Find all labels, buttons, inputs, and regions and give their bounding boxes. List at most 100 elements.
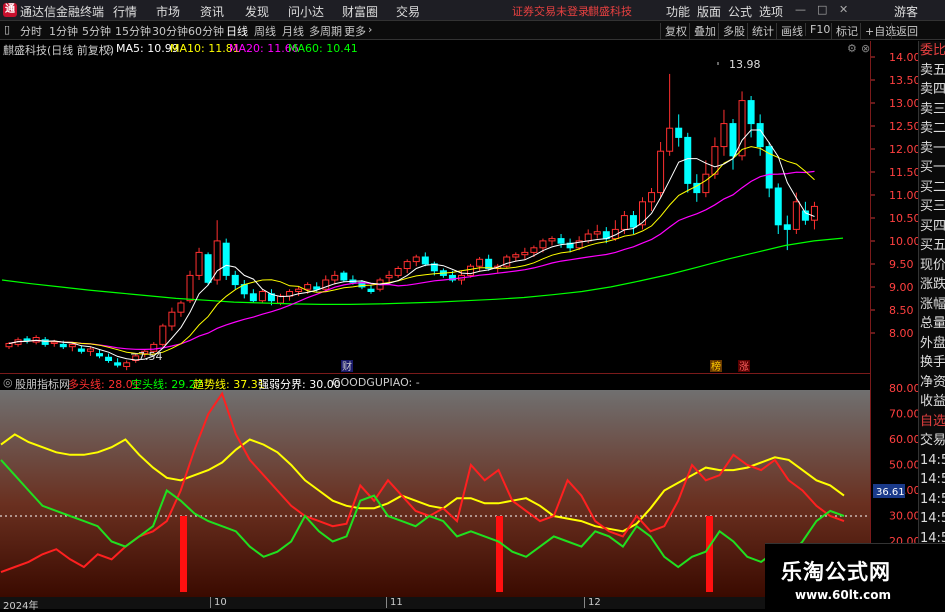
app-title: 通达信金融终端	[20, 5, 105, 19]
period-5min[interactable]: 5分钟	[82, 23, 111, 39]
settings-icon[interactable]: ⚙	[847, 42, 857, 55]
quote-panel-item[interactable]: 换手	[919, 353, 945, 373]
candle-body	[584, 233, 592, 242]
candle-body	[711, 146, 719, 175]
ma60-line	[1, 237, 844, 305]
tool-overlay[interactable]: 叠加	[689, 23, 716, 39]
quote-panel-item[interactable]: 收益	[919, 392, 945, 412]
tool-draw[interactable]: 画线	[776, 23, 803, 39]
candle-body	[675, 127, 683, 138]
tool-multi[interactable]: 多股	[718, 23, 745, 39]
quote-panel-item[interactable]: 卖四	[919, 80, 945, 100]
quote-panel-item[interactable]: 买二	[919, 178, 945, 198]
candle-body	[231, 274, 239, 286]
ma-toggle-icon[interactable]: ◎	[104, 42, 114, 55]
quote-panel-item[interactable]: 委比	[919, 41, 945, 61]
candle-body	[340, 272, 348, 281]
watermark-url: www.60lt.com	[795, 588, 892, 602]
candle-body	[783, 224, 791, 230]
tool-mark[interactable]: 标记	[831, 23, 858, 39]
candle-body	[222, 242, 230, 276]
tool-stats[interactable]: 统计	[747, 23, 774, 39]
period-intraday[interactable]: 分时	[20, 23, 42, 39]
panel-toggle-icon[interactable]: ▯	[4, 23, 10, 36]
price-tick-label: 13.00	[889, 97, 918, 110]
indicator-info-bar: ◎ 股朋指标网 多头线: 28.01 空头线: 29.27 趋势线: 37.31…	[0, 374, 870, 391]
menu-wealth[interactable]: 财富圈	[342, 3, 378, 20]
menu-function[interactable]: 功能	[666, 3, 690, 20]
menu-trade[interactable]: 交易	[396, 3, 420, 20]
period-1min[interactable]: 1分钟	[49, 23, 78, 39]
period-60min[interactable]: 60分钟	[188, 23, 224, 39]
quote-panel-item[interactable]: 14:56	[919, 470, 945, 490]
quote-panel-item[interactable]: 自选	[919, 412, 945, 432]
quote-panel-item[interactable]: 14:56	[919, 451, 945, 471]
price-chart[interactable]: 13.98 7.54 财 榜 涨	[0, 57, 870, 373]
x-label-nov: 11	[386, 597, 403, 608]
goodgupiao-value: GOODGUPIAO: -	[332, 376, 420, 389]
indicator-toggle-icon[interactable]: ◎	[3, 376, 13, 389]
quote-panel-item[interactable]: 现价	[919, 256, 945, 276]
tool-back[interactable]: 返回	[891, 23, 918, 39]
menu-layout[interactable]: 版面	[697, 3, 721, 20]
close-icon[interactable]: ✕	[839, 3, 848, 16]
close-chart-icon[interactable]: ⊗	[861, 42, 870, 55]
minimize-icon[interactable]: —	[795, 3, 806, 16]
quote-panel-item[interactable]: 净资	[919, 373, 945, 393]
period-multi[interactable]: 多周期	[309, 23, 342, 39]
quote-panel-item[interactable]: 买三	[919, 197, 945, 217]
period-more[interactable]: 更多	[344, 23, 366, 39]
candle-body	[295, 288, 303, 292]
indicator-background	[0, 390, 870, 597]
quote-panel-item[interactable]: 14:56	[919, 490, 945, 510]
quote-panel-item[interactable]: 涨幅	[919, 295, 945, 315]
quote-side-panel: 委比 卖五 卖四 卖三 卖二 卖一 买一 买二 买三 买四 买五 现价 涨跌 涨幅 总量 外盘 换手 净资 收益 自选…	[918, 41, 945, 609]
indicator-tick-label: 70.00	[889, 408, 918, 421]
period-daily[interactable]: 日线	[226, 23, 248, 39]
indicator-chart[interactable]	[0, 390, 870, 597]
candle-body	[59, 343, 67, 348]
quote-panel-item[interactable]: 总量	[919, 314, 945, 334]
more-arrow-icon[interactable]: ›	[368, 23, 372, 36]
menu-ask[interactable]: 问小达	[288, 3, 324, 20]
candle-body	[539, 240, 547, 249]
menu-news[interactable]: 资讯	[200, 3, 224, 20]
menu-quotes[interactable]: 行情	[113, 3, 137, 20]
quote-panel-item[interactable]: 交易	[919, 431, 945, 451]
menu-market[interactable]: 市场	[156, 3, 180, 20]
chart-info-bar: 麒盛科技(日线 前复权) ◎ MA5: 10.99 MA10: 11.81 MA…	[0, 41, 870, 57]
quote-panel-item[interactable]: 卖二	[919, 119, 945, 139]
candle-body	[249, 293, 257, 302]
candle-body	[50, 341, 58, 344]
menu-options[interactable]: 选项	[759, 3, 783, 20]
quote-panel-item[interactable]: 买四	[919, 217, 945, 237]
tool-adjust[interactable]: 复权	[660, 23, 687, 39]
candle-body	[331, 274, 339, 281]
ma20-line	[8, 170, 815, 351]
quote-panel-item[interactable]: 买五	[919, 236, 945, 256]
menu-discover[interactable]: 发现	[245, 3, 269, 20]
candle-body	[530, 247, 538, 253]
period-monthly[interactable]: 月线	[282, 23, 304, 39]
period-15min[interactable]: 15分钟	[115, 23, 151, 39]
price-tick-label: 10.00	[889, 235, 918, 248]
quote-panel-item[interactable]: 买一	[919, 158, 945, 178]
period-toolbar: ▯ 分时 1分钟 5分钟 15分钟 30分钟 60分钟 日线 周线 月线 多周期…	[0, 21, 945, 40]
menu-formula[interactable]: 公式	[728, 3, 752, 20]
quote-panel-item[interactable]: 卖五	[919, 61, 945, 81]
maximize-icon[interactable]: □	[817, 3, 827, 16]
login-notice[interactable]: 证券交易未登录	[512, 3, 589, 19]
period-30min[interactable]: 30分钟	[152, 23, 188, 39]
candle-body	[204, 254, 212, 283]
quote-panel-item[interactable]: 卖三	[919, 100, 945, 120]
quote-panel-item[interactable]: 外盘	[919, 334, 945, 354]
tool-f10[interactable]: F10	[805, 23, 830, 36]
candle-body	[557, 238, 565, 244]
period-weekly[interactable]: 周线	[254, 23, 276, 39]
quote-panel-item[interactable]: 14:56	[919, 509, 945, 529]
quote-panel-item[interactable]: 卖一	[919, 139, 945, 159]
quote-panel-item[interactable]: 涨跌	[919, 275, 945, 295]
x-label-year: 2024年	[3, 601, 39, 612]
candle-body	[503, 256, 511, 267]
guest-label[interactable]: 游客	[894, 3, 918, 20]
